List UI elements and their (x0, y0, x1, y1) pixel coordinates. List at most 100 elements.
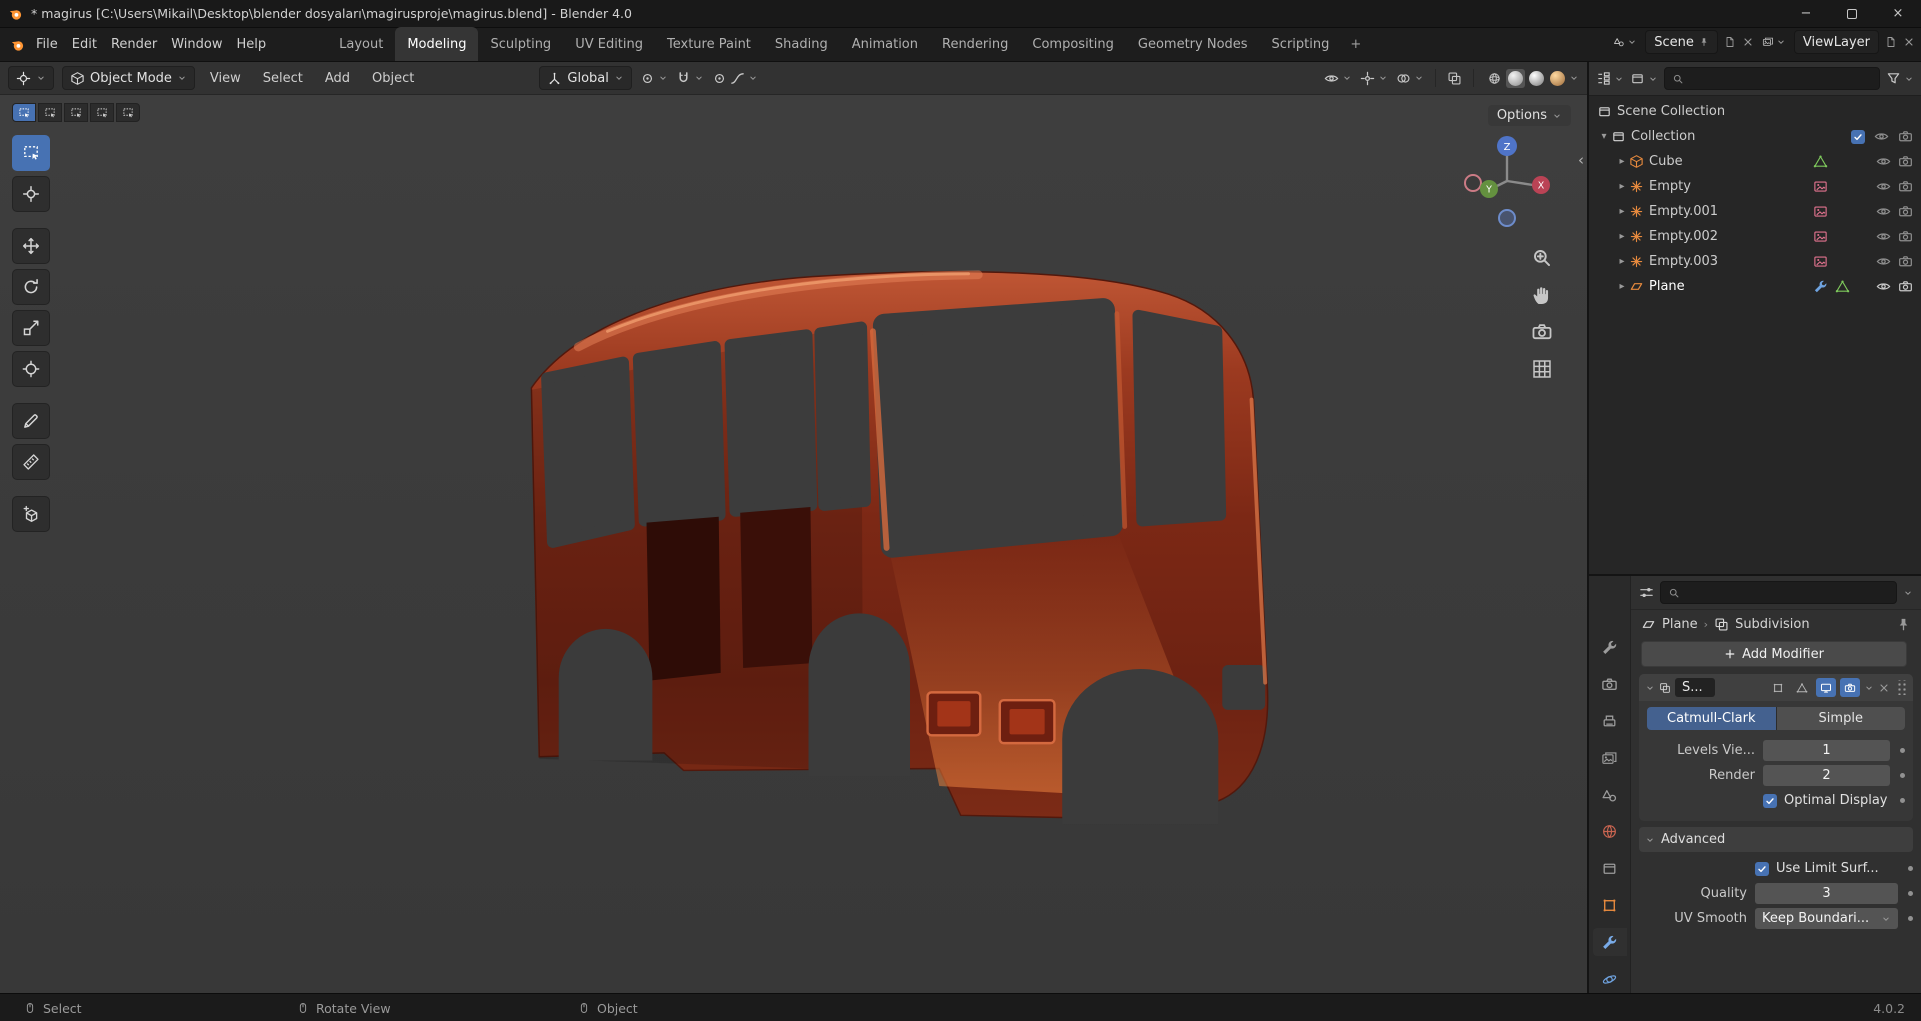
overlays-dropdown[interactable] (1396, 71, 1424, 86)
outliner-row-empty-003[interactable]: ▸ Empty.003 (1589, 249, 1921, 274)
hide-eye-icon[interactable] (1876, 279, 1891, 294)
gizmo-neg-x-ball[interactable] (1464, 174, 1482, 192)
collapse-triangle-icon[interactable]: ▸ (1615, 231, 1629, 242)
realtime-toggle[interactable] (1816, 678, 1836, 697)
outliner-row-empty-001[interactable]: ▸ Empty.001 (1589, 199, 1921, 224)
tab-output[interactable] (1593, 708, 1627, 736)
tab-collection[interactable] (1593, 855, 1627, 883)
camera-view-icon[interactable] (1531, 321, 1553, 343)
simple-button[interactable]: Simple (1776, 707, 1905, 730)
uv-smooth-dropdown[interactable]: Keep Boundari... (1755, 908, 1898, 929)
select-mode-new[interactable] (12, 103, 36, 122)
mode-dropdown[interactable]: Object Mode (62, 66, 195, 90)
maximize-button[interactable] (1829, 0, 1875, 27)
outliner-row-plane[interactable]: ▸ Plane (1589, 274, 1921, 299)
minimize-button[interactable]: − (1783, 0, 1829, 27)
menu-edit[interactable]: Edit (65, 34, 104, 55)
chevron-down-icon[interactable] (1645, 683, 1655, 693)
proportional-editing-group[interactable] (712, 71, 758, 86)
pin-icon[interactable] (1699, 37, 1709, 47)
select-mode-subtract[interactable] (64, 103, 88, 122)
disable-render-camera-icon[interactable] (1898, 229, 1913, 244)
tab-tool[interactable] (1593, 634, 1627, 662)
menu-render[interactable]: Render (104, 34, 164, 55)
optimal-display-checkbox[interactable] (1763, 793, 1777, 808)
disable-render-camera-icon[interactable] (1898, 129, 1913, 144)
disable-render-camera-icon[interactable] (1898, 204, 1913, 219)
outliner-row-collection[interactable]: ▾ Collection (1589, 124, 1921, 149)
levels-viewport-field[interactable]: 1 (1763, 740, 1890, 761)
collapse-triangle-icon[interactable]: ▸ (1615, 206, 1629, 217)
tab-render[interactable] (1593, 671, 1627, 699)
tab-texture-paint[interactable]: Texture Paint (655, 27, 763, 61)
tab-geometry-nodes[interactable]: Geometry Nodes (1126, 27, 1260, 61)
remove-modifier-icon[interactable] (1878, 682, 1890, 694)
menu-window[interactable]: Window (164, 34, 229, 55)
new-scene-icon[interactable] (1724, 36, 1736, 48)
animate-dot-icon[interactable] (1908, 866, 1913, 871)
tab-compositing[interactable]: Compositing (1020, 27, 1126, 61)
transform-orientation-dropdown[interactable]: Global (539, 66, 632, 90)
object-visibility-dropdown[interactable] (1324, 71, 1352, 86)
move-tool[interactable] (12, 228, 50, 264)
properties-editor-type-button[interactable] (1639, 585, 1654, 600)
add-workspace-button[interactable]: + (1341, 27, 1370, 61)
chevron-down-icon[interactable] (1903, 588, 1913, 598)
animate-dot-icon[interactable] (1908, 891, 1913, 896)
gizmo-neg-z-ball[interactable] (1498, 209, 1516, 227)
on-cage-toggle[interactable] (1768, 678, 1788, 697)
xray-toggle[interactable] (1447, 71, 1462, 86)
animate-dot-icon[interactable] (1908, 916, 1913, 921)
properties-search-input[interactable] (1660, 581, 1897, 604)
bus-model[interactable] (515, 263, 1305, 868)
animate-dot-icon[interactable] (1900, 773, 1905, 778)
editor-type-button[interactable] (8, 66, 54, 90)
animate-dot-icon[interactable] (1900, 798, 1905, 803)
outliner-filter-button[interactable] (1886, 71, 1914, 86)
add-cube-tool[interactable] (12, 496, 50, 532)
breadcrumb-object[interactable]: Plane (1662, 617, 1698, 632)
expand-triangle-icon[interactable]: ▾ (1597, 131, 1611, 142)
hide-eye-icon[interactable] (1876, 229, 1891, 244)
collapse-triangle-icon[interactable]: ▸ (1615, 256, 1629, 267)
snap-target-button[interactable] (640, 71, 668, 86)
hide-eye-icon[interactable] (1876, 204, 1891, 219)
ortho-grid-icon[interactable] (1531, 358, 1553, 380)
snap-toggle[interactable] (676, 71, 704, 86)
tab-view-layer[interactable] (1593, 744, 1627, 772)
hide-eye-icon[interactable] (1876, 154, 1891, 169)
cursor-tool[interactable] (12, 176, 50, 212)
menu-view[interactable]: View (203, 68, 248, 89)
outliner-search-input[interactable] (1664, 67, 1880, 90)
unlink-scene-icon[interactable] (1742, 36, 1754, 48)
navigation-gizmo[interactable]: Z Y X (1459, 133, 1555, 229)
tab-scripting[interactable]: Scripting (1260, 27, 1342, 61)
menu-file[interactable]: File (29, 34, 65, 55)
select-mode-intersect[interactable] (116, 103, 140, 122)
animate-dot-icon[interactable] (1900, 748, 1905, 753)
disable-render-camera-icon[interactable] (1898, 254, 1913, 269)
modifier-name-field[interactable]: S... (1675, 678, 1715, 697)
viewlayer-browse-button[interactable] (1760, 36, 1788, 48)
tab-physics[interactable] (1593, 965, 1627, 993)
tab-uv-editing[interactable]: UV Editing (563, 27, 655, 61)
sidebar-toggle-arrow[interactable]: ‹ (1578, 151, 1584, 169)
select-box-tool[interactable] (12, 135, 50, 171)
transform-tool[interactable] (12, 351, 50, 387)
tab-sculpting[interactable]: Sculpting (478, 27, 563, 61)
outliner-display-mode-button[interactable] (1630, 71, 1658, 86)
select-mode-extend[interactable] (38, 103, 62, 122)
tab-modifiers[interactable] (1592, 928, 1627, 957)
advanced-section-header[interactable]: Advanced (1639, 827, 1913, 852)
shading-rendered-button[interactable] (1548, 69, 1567, 88)
quality-field[interactable]: 3 (1755, 883, 1898, 904)
close-button[interactable]: × (1875, 0, 1921, 27)
shading-material-button[interactable] (1527, 69, 1546, 88)
rotate-tool[interactable] (12, 269, 50, 305)
hide-eye-icon[interactable] (1876, 254, 1891, 269)
tab-rendering[interactable]: Rendering (930, 27, 1020, 61)
shading-solid-button[interactable] (1506, 68, 1525, 88)
render-levels-field[interactable]: 2 (1763, 765, 1890, 786)
disable-render-camera-icon[interactable] (1898, 279, 1913, 294)
new-viewlayer-icon[interactable] (1885, 36, 1897, 48)
